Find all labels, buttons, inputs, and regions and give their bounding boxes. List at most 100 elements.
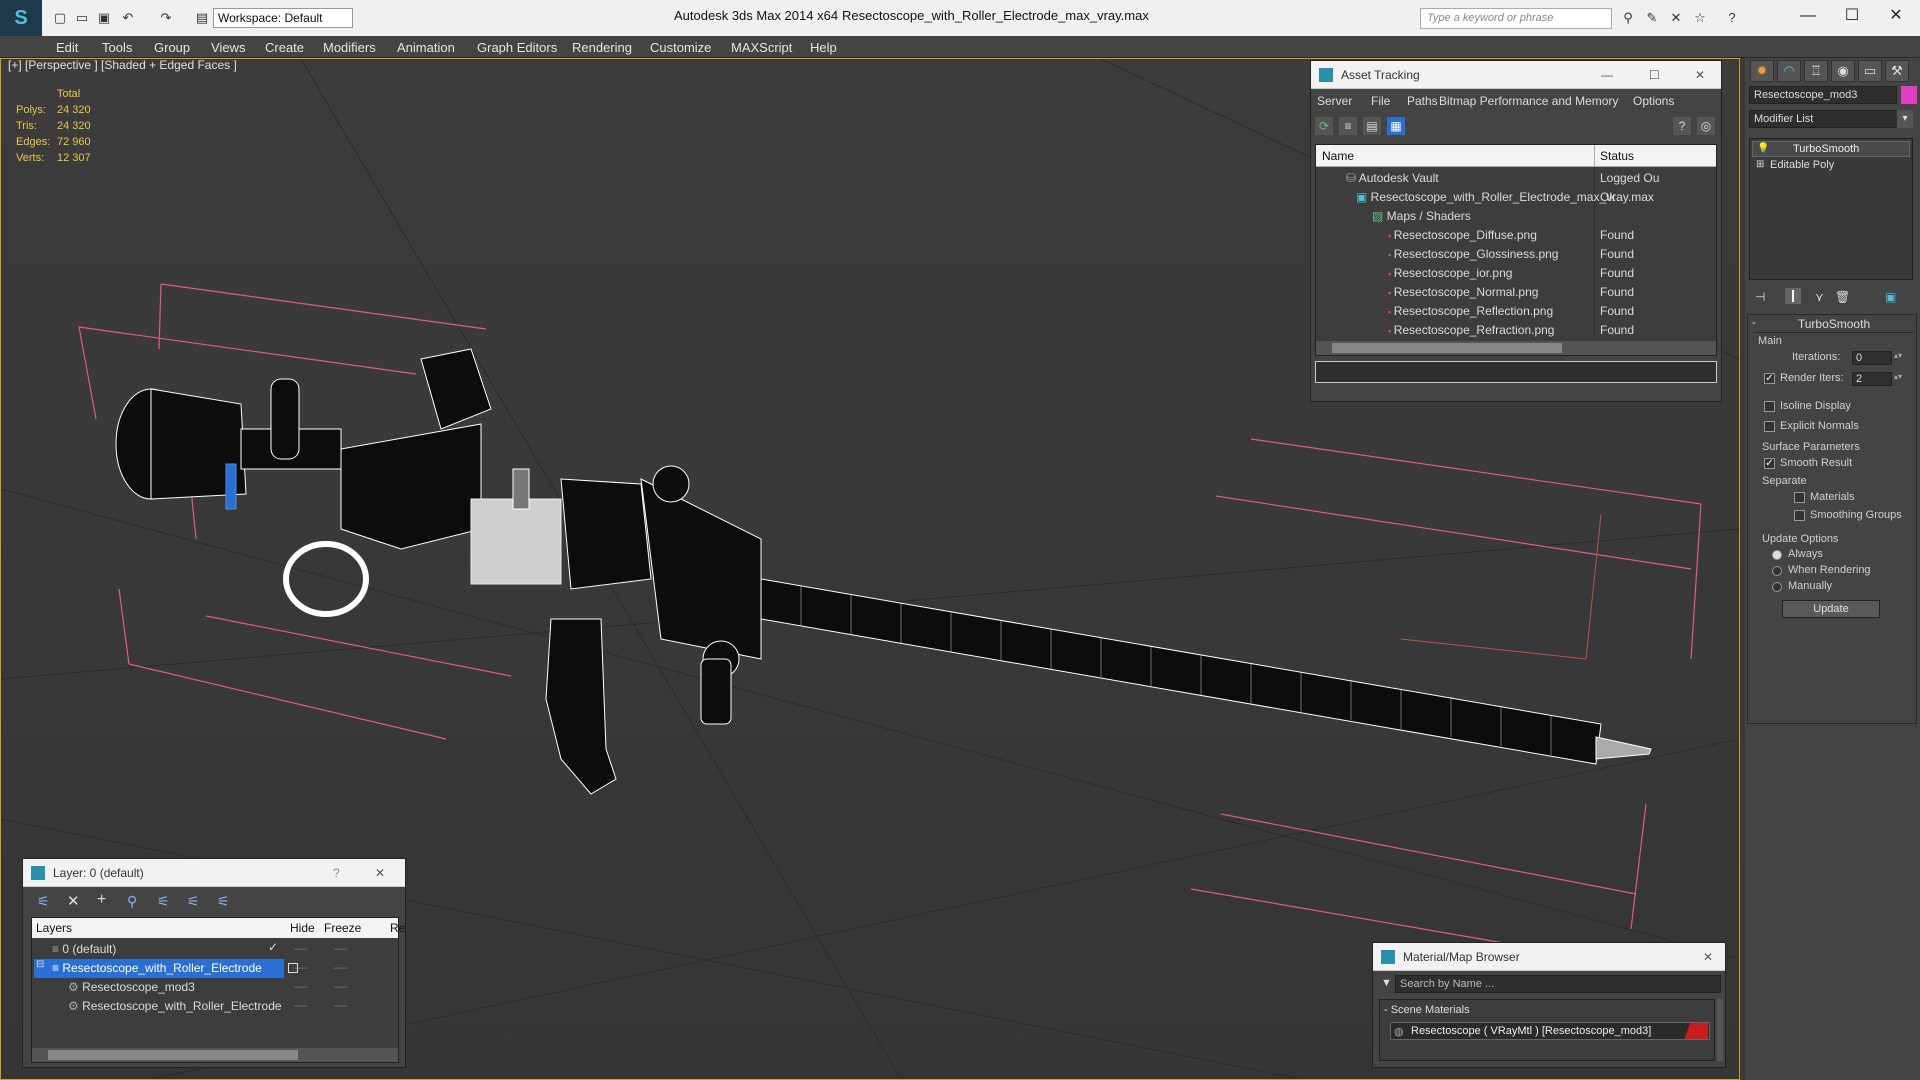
explicit-normals-checkbox[interactable] — [1764, 421, 1775, 432]
layer-hscrollbar[interactable] — [32, 1048, 398, 1062]
layer-row-default[interactable]: ≡ 0 (default) — [52, 940, 116, 959]
maximize-icon[interactable]: ☐ — [1832, 4, 1872, 28]
render-iters-spin-arrows-icon[interactable]: ▴▾ — [1894, 372, 1902, 381]
configure-sets-icon[interactable]: ▣ — [1885, 290, 1896, 304]
col-layers[interactable]: Layers — [36, 921, 72, 935]
menu-animation[interactable]: Animation — [397, 40, 455, 55]
search-input[interactable]: Type a keyword or phrase — [1420, 8, 1612, 29]
material-vscrollbar[interactable] — [1717, 999, 1723, 1061]
hide-toggle[interactable]: ---- — [294, 982, 307, 993]
asset-minimize-icon[interactable]: — — [1601, 61, 1613, 89]
asset-path-field[interactable] — [1315, 361, 1717, 383]
subscription-icon[interactable]: ✎ — [1644, 10, 1660, 26]
asset-row-maps[interactable]: ▨ Maps / Shaders — [1372, 207, 1471, 226]
help-icon[interactable]: ? — [1724, 10, 1740, 26]
layer-row-object[interactable]: ⚙ Resectoscope_mod3 — [68, 978, 195, 997]
active-layer-check-icon[interactable]: ✓ — [268, 940, 278, 954]
asset-hscrollbar[interactable] — [1316, 341, 1716, 355]
make-unique-icon[interactable]: ⋎ — [1815, 290, 1824, 304]
pin-stack-icon[interactable]: ⊣ — [1755, 290, 1765, 304]
asset-menu-file[interactable]: File — [1371, 94, 1390, 108]
scene-materials-group[interactable]: - Scene Materials — [1384, 1004, 1470, 1016]
binoculars-icon[interactable]: ⚲ — [1620, 10, 1636, 26]
layer-titlebar[interactable]: Layer: 0 (default) ? ✕ — [23, 859, 405, 887]
freeze-toggle[interactable]: ---- — [334, 1001, 347, 1012]
create-layer-icon[interactable]: ⚟ — [37, 893, 50, 910]
asset-close-icon[interactable]: ✕ — [1695, 61, 1705, 89]
rollout-title[interactable]: TurboSmooth — [1754, 317, 1914, 333]
viewport-label[interactable]: [+] [Perspective ] [Shaded + Edged Faces… — [8, 58, 237, 72]
add-to-layer-icon[interactable]: + — [97, 891, 106, 909]
freeze-toggle[interactable]: ---- — [334, 944, 347, 955]
menu-edit[interactable]: Edit — [56, 40, 78, 55]
asset-help-icon[interactable]: ? — [1673, 117, 1691, 135]
col-status[interactable]: Status — [1600, 149, 1634, 163]
smooth-result-checkbox[interactable]: ✓ — [1764, 458, 1775, 469]
table-view-icon[interactable]: ▦ — [1387, 117, 1405, 135]
menu-views[interactable]: Views — [211, 40, 245, 55]
asset-menu-paths[interactable]: Paths — [1407, 94, 1438, 108]
asset-menu-options[interactable]: Options — [1633, 94, 1674, 108]
menu-group[interactable]: Group — [154, 40, 190, 55]
smoothing-groups-checkbox[interactable] — [1794, 510, 1805, 521]
col-name[interactable]: Name — [1322, 149, 1354, 163]
iterations-spin-arrows-icon[interactable]: ▴▾ — [1894, 351, 1902, 360]
asset-row-map[interactable]: ▪ Resectoscope_ior.png — [1388, 264, 1512, 283]
menu-customize[interactable]: Customize — [650, 40, 711, 55]
layer-row-resectoscope[interactable]: ≡ Resectoscope_with_Roller_Electrode — [52, 959, 262, 978]
collapse-icon[interactable]: ⊟ — [36, 959, 44, 970]
update-button[interactable]: Update — [1782, 600, 1880, 618]
menu-graph-editors[interactable]: Graph Editors — [477, 40, 557, 55]
asset-menu-server[interactable]: Server — [1317, 94, 1352, 108]
undo-icon[interactable]: ↶ — [120, 10, 136, 26]
asset-highlight-icon[interactable]: ◎ — [1697, 117, 1715, 135]
object-color-swatch[interactable] — [1901, 86, 1917, 104]
col-freeze[interactable]: Freeze — [324, 921, 361, 935]
layer-row-object[interactable]: ⚙ Resectoscope_with_Roller_Electrode — [68, 997, 282, 1016]
create-tab-icon[interactable]: ✹ — [1750, 60, 1774, 82]
modifier-list-chevron-icon[interactable]: ▾ — [1897, 110, 1913, 128]
redo-icon[interactable]: ↷ — [158, 10, 174, 26]
always-radio[interactable] — [1772, 550, 1782, 560]
list-view-icon[interactable]: ≡ — [1339, 117, 1357, 135]
iterations-spinner[interactable]: 0 — [1852, 351, 1892, 365]
material-item[interactable]: Resectoscope ( VRayMtl ) [Resectoscope_m… — [1390, 1022, 1710, 1040]
asset-row-vault[interactable]: ⛁ Autodesk Vault — [1346, 169, 1439, 188]
col-render[interactable]: Re — [390, 921, 405, 935]
asset-scroll-thumb[interactable] — [1332, 343, 1562, 353]
isoline-checkbox[interactable] — [1764, 401, 1775, 412]
modifier-list-select[interactable]: Modifier List — [1749, 110, 1909, 128]
material-options-icon[interactable]: ▼ — [1381, 977, 1392, 989]
freeze-toggle[interactable]: ---- — [334, 963, 347, 974]
asset-row-map[interactable]: ▪ Resectoscope_Reflection.png — [1388, 302, 1553, 321]
select-layer-icon[interactable]: ⚲ — [127, 893, 137, 910]
communication-icon[interactable]: ✕ — [1668, 10, 1684, 26]
asset-maximize-icon[interactable]: ☐ — [1649, 61, 1660, 89]
menu-rendering[interactable]: Rendering — [572, 40, 632, 55]
material-close-icon[interactable]: ✕ — [1703, 943, 1713, 971]
save-file-icon[interactable]: ▣ — [96, 10, 112, 26]
expand-icon[interactable]: ⊞ — [1756, 159, 1764, 170]
asset-menu-bitmap[interactable]: Bitmap Performance and Memory — [1439, 94, 1618, 108]
remove-modifier-icon[interactable]: 🗑 — [1835, 290, 1850, 304]
motion-tab-icon[interactable]: ◉ — [1831, 60, 1855, 82]
asset-row-map[interactable]: ▪ Resectoscope_Glossiness.png — [1388, 245, 1558, 264]
materials-checkbox[interactable] — [1794, 492, 1805, 503]
hide-toggle[interactable]: ---- — [294, 1001, 307, 1012]
layer-scroll-thumb[interactable] — [48, 1050, 298, 1060]
render-iters-checkbox[interactable]: ✓ — [1764, 373, 1775, 384]
layer-close-icon[interactable]: ✕ — [375, 859, 385, 887]
menu-maxscript[interactable]: MAXScript — [731, 40, 792, 55]
hide-toggle[interactable]: ---- — [294, 963, 307, 974]
when-rendering-radio[interactable] — [1772, 566, 1782, 576]
freeze-all-icon[interactable]: ⚟ — [217, 893, 230, 910]
delete-layer-icon[interactable]: ✕ — [67, 892, 80, 910]
asset-row-map[interactable]: ▪ Resectoscope_Refraction.png — [1388, 321, 1554, 340]
material-search-input[interactable]: Search by Name ... — [1395, 975, 1721, 993]
app-logo-icon[interactable]: S — [0, 0, 42, 36]
hide-toggle[interactable]: ---- — [294, 944, 307, 955]
transform-gizmo[interactable] — [1400, 513, 1602, 660]
favorites-star-icon[interactable]: ☆ — [1692, 10, 1708, 26]
layer-help-icon[interactable]: ? — [333, 859, 340, 887]
menu-modifiers[interactable]: Modifiers — [323, 40, 376, 55]
